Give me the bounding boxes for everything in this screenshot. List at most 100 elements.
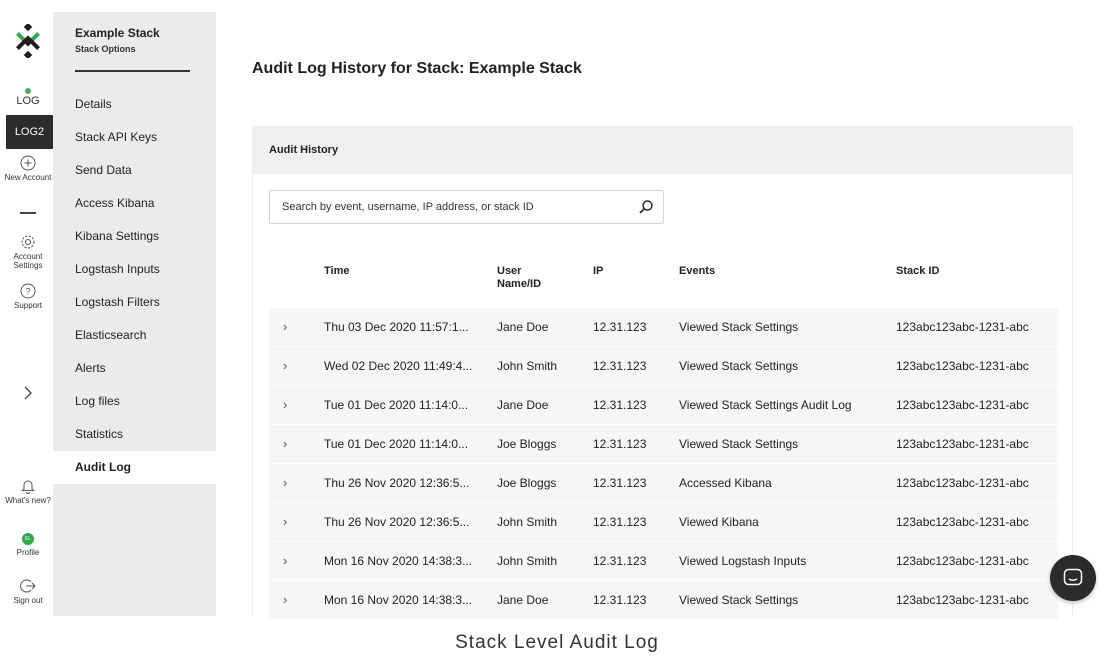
table-row[interactable]: › Tue 01 Dec 2020 11:14:0... Joe Bloggs 12.… <box>269 425 1058 464</box>
icon-rail: LOG LOG2 New Account Account Settings ? … <box>3 12 53 616</box>
sidebar-item-alerts[interactable]: Alerts <box>53 352 216 385</box>
rail-new-account[interactable]: New Account <box>3 155 53 182</box>
cell-event: Viewed Stack Settings Audit Log <box>679 398 852 412</box>
cell-event: Viewed Stack Settings <box>679 359 799 373</box>
cell-stack-id: 123abc123abc-1231-abc <box>896 320 1029 334</box>
rail-account-settings[interactable]: Account Settings <box>3 234 53 270</box>
cell-user: Jane Doe <box>497 593 549 607</box>
rail-new-account-label: New Account <box>4 173 52 182</box>
table-row[interactable]: › Thu 03 Dec 2020 11:57:1... Jane Doe 12.31… <box>269 308 1058 347</box>
cell-time: Thu 26 Nov 2020 12:36:5... <box>324 515 470 529</box>
main-content: Audit Log History for Stack: Example Sta… <box>216 12 1114 620</box>
column-ip[interactable]: IP <box>593 265 603 278</box>
rail-account-settings-label: Account Settings <box>13 252 43 270</box>
audit-history-panel: Audit History Time User Name/ID IP Event… <box>252 126 1073 620</box>
rail-log-account[interactable]: LOG <box>3 88 53 107</box>
rail-whats-new-label: What's new? <box>5 496 51 505</box>
rail-whats-new[interactable]: What's new? <box>3 478 53 505</box>
cell-time: Mon 16 Nov 2020 14:38:3... <box>324 554 473 568</box>
sidebar-item-access-kibana[interactable]: Access Kibana <box>53 187 216 220</box>
row-expand-chevron-icon[interactable]: › <box>283 425 287 462</box>
rail-support-label: Support <box>13 301 43 310</box>
sidebar-item-stack-api-keys[interactable]: Stack API Keys <box>53 121 216 154</box>
stack-name: Example Stack <box>75 26 160 40</box>
stack-options-subtitle: Stack Options <box>75 44 136 54</box>
cell-time: Tue 01 Dec 2020 11:14:0... <box>324 437 469 451</box>
question-circle-icon: ? <box>20 283 36 299</box>
avatar: EL <box>22 533 34 545</box>
row-expand-chevron-icon[interactable]: › <box>283 503 287 540</box>
chat-button[interactable] <box>1050 555 1096 601</box>
cell-stack-id: 123abc123abc-1231-abc <box>896 554 1029 568</box>
rail-sign-out[interactable]: Sign out <box>3 578 53 605</box>
row-expand-chevron-icon[interactable]: › <box>283 542 287 579</box>
status-dot-icon <box>25 88 31 94</box>
cell-user: Joe Bloggs <box>497 476 557 490</box>
table-row[interactable]: › Mon 16 Nov 2020 14:38:3... John Smith 12.… <box>269 542 1058 581</box>
rail-log2-account[interactable]: LOG2 <box>6 115 53 149</box>
chevron-right-icon <box>24 386 32 400</box>
cell-stack-id: 123abc123abc-1231-abc <box>896 593 1029 607</box>
table-row[interactable]: › Mon 16 Nov 2020 14:38:3... Jane Doe 12.31… <box>269 581 1058 620</box>
cell-time: Thu 03 Dec 2020 11:57:1... <box>324 320 469 334</box>
cell-time: Tue 01 Dec 2020 11:14:0... <box>324 398 469 412</box>
cell-stack-id: 123abc123abc-1231-abc <box>896 437 1029 451</box>
rail-profile[interactable]: EL Profile <box>3 533 53 557</box>
table-row[interactable]: › Thu 26 Nov 2020 12:36:5... Joe Bloggs 12.… <box>269 464 1058 503</box>
logo-icon[interactable] <box>13 24 43 58</box>
table-row[interactable]: › Thu 26 Nov 2020 12:36:5... John Smith 12.… <box>269 503 1058 542</box>
cell-ip: 12.31.123 <box>593 437 647 451</box>
row-expand-chevron-icon[interactable]: › <box>283 581 287 618</box>
cell-time: Mon 16 Nov 2020 14:38:3... <box>324 593 473 607</box>
column-user-line1: User <box>497 265 522 277</box>
column-time[interactable]: Time <box>324 265 349 278</box>
cell-user: Joe Bloggs <box>497 437 557 451</box>
cell-user: John Smith <box>497 359 558 373</box>
rail-log2-label: LOG2 <box>14 126 45 138</box>
sidebar-item-statistics[interactable]: Statistics <box>53 418 216 451</box>
sidebar-item-elasticsearch[interactable]: Elasticsearch <box>53 319 216 352</box>
cell-event: Viewed Stack Settings <box>679 320 799 334</box>
row-expand-chevron-icon[interactable]: › <box>283 386 287 423</box>
row-expand-chevron-icon[interactable]: › <box>283 464 287 501</box>
rail-divider <box>20 212 36 214</box>
table-body: › Thu 03 Dec 2020 11:57:1... Jane Doe 12.31… <box>269 308 1058 620</box>
cell-event: Viewed Kibana <box>679 515 759 529</box>
table-row[interactable]: › Tue 01 Dec 2020 11:14:0... Jane Doe 12.31… <box>269 386 1058 425</box>
cell-user: John Smith <box>497 554 558 568</box>
cell-user: John Smith <box>497 515 558 529</box>
column-stack-id[interactable]: Stack ID <box>896 265 939 278</box>
cell-ip: 12.31.123 <box>593 476 647 490</box>
search-box <box>269 190 664 224</box>
column-user[interactable]: User Name/ID <box>497 265 541 291</box>
column-events[interactable]: Events <box>679 265 715 278</box>
sign-out-icon <box>20 579 36 593</box>
sidebar-item-send-data[interactable]: Send Data <box>53 154 216 187</box>
cell-stack-id: 123abc123abc-1231-abc <box>896 398 1029 412</box>
cell-event: Viewed Logstash Inputs <box>679 554 807 568</box>
cell-ip: 12.31.123 <box>593 320 647 334</box>
sidebar-item-log-files[interactable]: Log files <box>53 385 216 418</box>
sidebar-item-kibana-settings[interactable]: Kibana Settings <box>53 220 216 253</box>
cell-time: Thu 26 Nov 2020 12:36:5... <box>324 476 470 490</box>
page-title: Audit Log History for Stack: Example Sta… <box>252 60 582 77</box>
search-input[interactable] <box>270 191 630 223</box>
sidebar-item-details[interactable]: Details <box>53 88 216 121</box>
row-expand-chevron-icon[interactable]: › <box>283 347 287 384</box>
cell-stack-id: 123abc123abc-1231-abc <box>896 515 1029 529</box>
cell-event: Viewed Stack Settings <box>679 437 799 451</box>
cell-ip: 12.31.123 <box>593 554 647 568</box>
sidebar-item-logstash-filters[interactable]: Logstash Filters <box>53 286 216 319</box>
rail-expand-button[interactable] <box>3 385 53 406</box>
rail-log-label: LOG <box>16 95 40 107</box>
rail-support[interactable]: ? Support <box>3 283 53 310</box>
sidebar-item-audit-log[interactable]: Audit Log <box>53 451 216 484</box>
cell-ip: 12.31.123 <box>593 593 647 607</box>
cell-stack-id: 123abc123abc-1231-abc <box>896 359 1029 373</box>
table-row[interactable]: › Wed 02 Dec 2020 11:49:4... John Smith 12.… <box>269 347 1058 386</box>
rail-sign-out-label: Sign out <box>13 596 43 605</box>
sidebar-item-logstash-inputs[interactable]: Logstash Inputs <box>53 253 216 286</box>
row-expand-chevron-icon[interactable]: › <box>283 308 287 345</box>
search-icon[interactable] <box>638 199 654 215</box>
column-user-line2: Name/ID <box>497 278 542 290</box>
